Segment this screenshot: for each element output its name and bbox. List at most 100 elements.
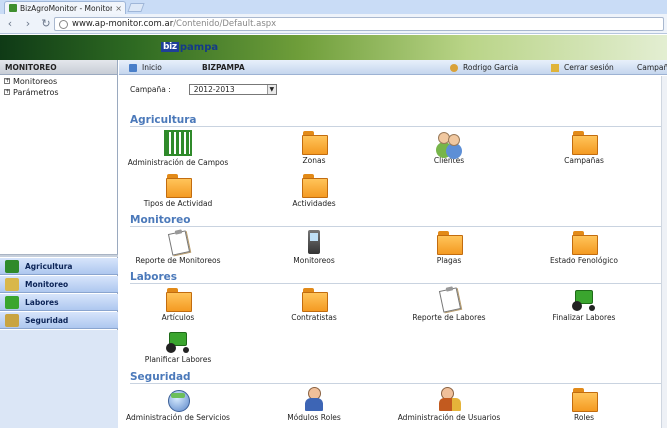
expand-icon[interactable]: + — [4, 89, 10, 95]
folder-icon — [570, 387, 598, 412]
item-label: Zonas — [302, 156, 326, 165]
section-monitoreo: Monitoreo — [130, 214, 667, 227]
item-label: Administración de Servicios — [126, 413, 230, 422]
tab-close-icon[interactable]: × — [112, 4, 125, 13]
item-label: Módulos Roles — [287, 413, 341, 422]
lock-icon — [5, 313, 19, 327]
nav-label: Agricultura — [25, 261, 73, 271]
folder-icon — [164, 173, 192, 198]
campaign-link[interactable]: Campaña — [637, 60, 667, 75]
browser-tab[interactable]: BizAgroMonitor - Monitore × — [4, 1, 126, 14]
item-modulos-roles[interactable]: Módulos Roles — [259, 387, 369, 422]
tab-title: BizAgroMonitor - Monitore — [20, 3, 113, 13]
item-label: Finalizar Labores — [552, 313, 616, 322]
main-content: Campaña : 2012-2013 ▼ Agricultura Admini… — [119, 76, 667, 428]
folder-icon — [300, 173, 328, 198]
item-administracion-usuarios[interactable]: Administración de Usuarios — [394, 387, 504, 422]
item-actividades[interactable]: Actividades — [259, 173, 369, 208]
vertical-scrollbar[interactable] — [661, 76, 667, 428]
item-label: Actividades — [292, 199, 336, 208]
folder-icon — [300, 130, 328, 155]
item-monitoreos[interactable]: Monitoreos — [259, 230, 369, 265]
sidebar-footer-area — [0, 330, 118, 428]
item-reporte-labores[interactable]: Reporte de Labores — [394, 287, 504, 322]
item-articulos[interactable]: Artículos — [123, 287, 233, 322]
item-tipos-actividad[interactable]: Tipos de Actividad — [123, 173, 233, 208]
top-nav-bar: Inicio BIZPAMPA Rodrigo Garcia Cerrar se… — [119, 60, 667, 75]
nav-agricultura[interactable]: Agricultura — [0, 258, 118, 275]
home-link[interactable]: Inicio — [129, 60, 162, 75]
people-icon — [435, 130, 463, 154]
expand-icon[interactable]: + — [4, 78, 10, 84]
item-reporte-monitoreos[interactable]: Reporte de Monitoreos — [123, 230, 233, 265]
item-campanas[interactable]: Campañas — [529, 130, 639, 165]
nav-seguridad[interactable]: Seguridad — [0, 312, 118, 329]
user-icon — [450, 63, 458, 72]
browser-toolbar: ‹ › ↻ www.ap-monitor.com.ar/Contenido/De… — [0, 14, 667, 34]
item-label: Tipos de Actividad — [143, 199, 213, 208]
item-label: Reporte de Monitoreos — [135, 256, 221, 265]
user-name: Rodrigo Garcia — [463, 63, 519, 72]
nav-label: Seguridad — [25, 315, 69, 325]
favicon-icon — [9, 4, 17, 12]
new-tab-button[interactable] — [127, 3, 145, 12]
item-label: Planificar Labores — [144, 355, 212, 364]
item-clientes[interactable]: Clientes — [394, 130, 504, 165]
item-finalizar-labores[interactable]: Finalizar Labores — [529, 287, 639, 322]
item-label: Administración de Usuarios — [397, 413, 501, 422]
tractor-icon — [164, 329, 192, 353]
campaign-select[interactable]: 2012-2013 ▼ — [188, 84, 277, 95]
folder-icon — [164, 287, 192, 312]
address-bar[interactable]: www.ap-monitor.com.ar/Contenido/Default.… — [54, 17, 664, 31]
item-label: Administración de Campos — [127, 158, 229, 167]
url-path: /Contenido/Default.aspx — [173, 19, 277, 29]
section-seguridad: Seguridad — [130, 371, 667, 384]
logout-label: Cerrar sesión — [564, 63, 614, 72]
item-label: Clientes — [433, 156, 465, 165]
campaign-label: Campaña : — [130, 85, 171, 94]
company-name: BIZPAMPA — [202, 63, 245, 72]
item-administracion-campos[interactable]: Administración de Campos — [123, 130, 233, 167]
tree-item-label: Monitoreos — [13, 76, 58, 86]
item-label: Artículos — [161, 313, 195, 322]
item-administracion-servicios[interactable]: Administración de Servicios — [123, 387, 233, 422]
tree-item-parametros[interactable]: + Parámetros — [0, 87, 117, 97]
nav-label: Monitoreo — [25, 279, 69, 289]
agricultura-icon — [5, 259, 19, 273]
site-banner — [0, 35, 667, 60]
item-label: Reporte de Labores — [412, 313, 486, 322]
sidebar-splitter[interactable] — [0, 254, 118, 257]
nav-monitoreo[interactable]: Monitoreo — [0, 276, 118, 293]
item-estado-fenologico[interactable]: Estado Fenológico — [529, 230, 639, 265]
tree-item-label: Parámetros — [13, 87, 59, 97]
sidebar-header: MONITOREO — [0, 60, 117, 75]
tree-item-monitoreos[interactable]: + Monitoreos — [0, 76, 117, 86]
item-contratistas[interactable]: Contratistas — [259, 287, 369, 322]
browser-tab-bar: BizAgroMonitor - Monitore × — [0, 0, 667, 14]
section-agricultura: Agricultura — [130, 114, 667, 127]
item-zonas[interactable]: Zonas — [259, 130, 369, 165]
folder-icon — [435, 230, 463, 255]
campaign-value: 2012-2013 — [193, 85, 235, 94]
dropdown-arrow-icon[interactable]: ▼ — [266, 85, 276, 94]
back-button[interactable]: ‹ — [2, 16, 18, 32]
home-label: Inicio — [142, 63, 162, 72]
logo-box: biz — [161, 42, 179, 52]
item-plagas[interactable]: Plagas — [394, 230, 504, 265]
item-planificar-labores[interactable]: Planificar Labores — [123, 329, 233, 364]
bizpampa-logo: biz pampa — [161, 41, 218, 53]
fields-grid-icon — [164, 130, 192, 156]
folder-icon — [300, 287, 328, 312]
user-role-icon — [300, 387, 328, 411]
item-roles[interactable]: Roles — [529, 387, 639, 422]
section-labores: Labores — [130, 271, 667, 284]
left-sidebar: MONITOREO + Monitoreos + Parámetros Agri… — [0, 60, 118, 428]
reload-button[interactable]: ↻ — [38, 16, 54, 32]
user-lock-icon — [435, 387, 463, 411]
nav-labores[interactable]: Labores — [0, 294, 118, 311]
item-label: Contratistas — [291, 313, 337, 322]
logout-link[interactable]: Cerrar sesión — [551, 60, 614, 75]
url-host: www.ap-monitor.com.ar — [72, 19, 174, 29]
forward-button[interactable]: › — [20, 16, 36, 32]
clipboard-icon — [164, 230, 192, 254]
